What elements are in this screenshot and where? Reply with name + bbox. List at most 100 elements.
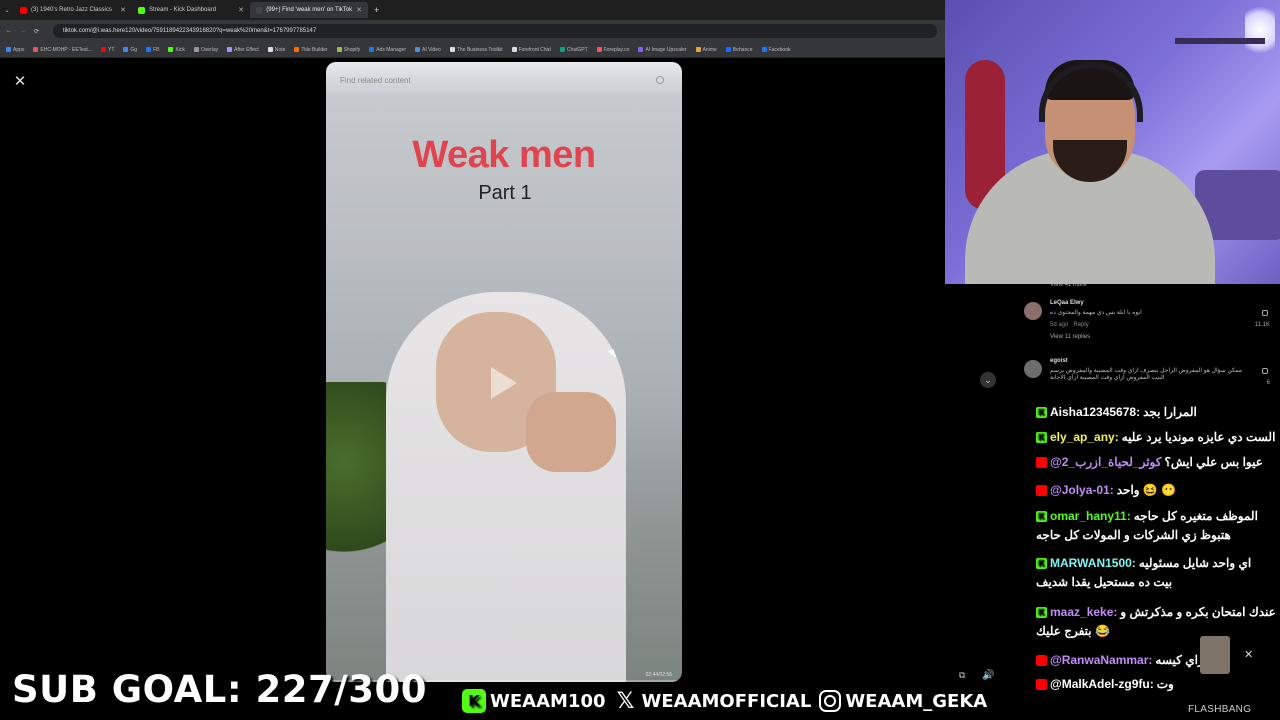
- bookmark-label: Gg: [130, 46, 138, 53]
- bookmark-icon: [761, 47, 767, 52]
- heart-icon[interactable]: [1262, 368, 1268, 374]
- instagram-handle: WEAAM_GEKA: [845, 690, 988, 712]
- avatar[interactable]: [1024, 302, 1042, 320]
- chat-username: @2_كوثر_لحياة_ازرب: [1050, 455, 1162, 469]
- bookmark-label: Kick: [175, 46, 185, 53]
- bookmark-item[interactable]: Gg: [123, 47, 137, 53]
- bookmark-icon: [511, 47, 517, 52]
- bookmark-item[interactable]: YT: [101, 47, 114, 53]
- chat-message-continuation: هتبوظ زي الشركات و المولات كل حاجه: [1036, 528, 1231, 542]
- forward-icon[interactable]: →: [20, 28, 26, 34]
- play-icon[interactable]: [491, 367, 517, 399]
- bookmark-item[interactable]: Kick: [168, 46, 185, 53]
- heart-icon[interactable]: [1262, 310, 1268, 316]
- bookmark-label: YT: [108, 46, 115, 53]
- bookmark-icon: [336, 47, 342, 52]
- bookmark-icon: [6, 47, 11, 52]
- bookmark-label: FB: [153, 46, 160, 53]
- sub-goal-counter: SUB GOAL: 227/300: [12, 668, 427, 711]
- bookmark-item[interactable]: Forefront Chat: [511, 46, 551, 53]
- bookmark-item[interactable]: Note: [267, 46, 286, 53]
- picture-in-picture-icon[interactable]: ⧉: [959, 670, 971, 682]
- bookmark-icon: [267, 47, 273, 52]
- video-player[interactable]: Find related content Weak men Part 1 02:…: [326, 62, 682, 682]
- bookmark-item[interactable]: AI Image Upscaler: [638, 47, 687, 53]
- reload-icon[interactable]: ⟳: [34, 28, 39, 35]
- close-icon[interactable]: ✕: [1244, 648, 1253, 661]
- volume-icon[interactable]: 🔊: [982, 670, 994, 682]
- bookmark-item[interactable]: Shopify: [336, 46, 361, 53]
- social-handles: K WEAAM100 𝕏 WEAAMOFFICIAL WEAAM_GEKA: [462, 686, 987, 716]
- bookmark-label: ChatGPT: [566, 46, 588, 53]
- chat-message-continuation: بتفرج عليك 😂: [1036, 624, 1110, 638]
- bookmark-item[interactable]: EHC-MOHP - EETest...: [33, 47, 92, 53]
- tab-label: Stream - Kick Dashboard: [149, 7, 217, 13]
- bookmark-item[interactable]: AI Video: [415, 47, 441, 53]
- bookmark-icon: [449, 47, 455, 52]
- kick-icon: [138, 6, 145, 14]
- bookmark-icon: [168, 47, 174, 52]
- bookmark-icon: [559, 47, 565, 52]
- bookmark-label: Behance: [732, 46, 753, 53]
- comment-meta: 5d ago Reply: [1050, 322, 1089, 328]
- bookmark-item[interactable]: Behance: [725, 46, 753, 53]
- youtube-icon: [1036, 654, 1047, 666]
- chat-line: @MalkAdel-zg9fu: وت: [1036, 674, 1280, 694]
- bookmark-item[interactable]: Anime: [695, 47, 717, 53]
- chat-message: الست دي عايزه مونديا يرد عليه: [1121, 430, 1276, 444]
- close-icon[interactable]: ✕: [356, 6, 362, 14]
- kick-handle: WEAAM100: [490, 690, 606, 712]
- chat-line: @2_كوثر_لحياة_ازرب عيوا بس علي ايش؟: [1036, 452, 1280, 472]
- bookmark-label: Forefront Chat: [518, 46, 551, 53]
- bookmark-item[interactable]: Apps: [6, 47, 24, 53]
- close-icon[interactable]: ✕: [238, 6, 244, 14]
- youtube-icon: [1036, 456, 1047, 468]
- room-shelf: [1175, 38, 1265, 44]
- comment-likes: 11.1K: [1254, 322, 1270, 328]
- bookmark-item[interactable]: The Business Toolkit: [449, 47, 503, 53]
- url-field[interactable]: tiktok.com/@i.was.here120/video/75911894…: [53, 24, 937, 38]
- tab-menu-icon[interactable]: ⌄: [0, 7, 14, 14]
- bookmarks-bar: Apps EHC-MOHP - EETest... YT Gg FB Kick Overla…: [0, 42, 945, 58]
- comment-text: ممكن سؤال هو المفروض الراجل يتصرف ازاي و…: [1050, 368, 1242, 381]
- chat-line: MARWAN1500:اي واحد شايل مسئوليه: [1036, 553, 1280, 573]
- bookmark-icon: [33, 47, 39, 52]
- tab-kick-dashboard[interactable]: Stream - Kick Dashboard ✕: [132, 2, 250, 18]
- bookmark-item[interactable]: Ads Manager: [369, 47, 406, 53]
- notification-thumbnail: [1200, 636, 1230, 674]
- bookmark-item[interactable]: After Effect: [227, 47, 259, 53]
- comment-user[interactable]: LeQaa Elwy: [1050, 300, 1084, 306]
- tab-retro-jazz[interactable]: (3) 1940's Retro Jazz Classics ✕: [14, 2, 132, 18]
- bookmark-item[interactable]: Facebook: [761, 47, 791, 53]
- chat-message: وت: [1156, 677, 1174, 691]
- comment-user[interactable]: egoist: [1050, 358, 1068, 364]
- avatar[interactable]: [1024, 360, 1042, 378]
- bookmark-item[interactable]: Overlay: [193, 47, 218, 53]
- bookmark-item[interactable]: Title Builder: [294, 47, 328, 53]
- bookmark-label: Shopify: [343, 46, 361, 53]
- bookmark-label: Note: [274, 46, 286, 53]
- chevron-down-icon[interactable]: ⌄: [980, 372, 996, 388]
- chat-message: عيوا بس علي ايش؟: [1164, 455, 1263, 469]
- chat-line: omar_hany11:الموظف متغيره كل حاجه: [1036, 506, 1280, 526]
- url-text: tiktok.com/@i.was.here120/video/75911894…: [63, 28, 317, 34]
- reply-button[interactable]: Reply: [1073, 322, 1088, 328]
- close-video-button[interactable]: ✕: [11, 72, 29, 90]
- tab-label: (99+) Find 'weak men' on TikTok: [266, 7, 353, 13]
- room-lamp: [1245, 0, 1275, 60]
- tab-tiktok[interactable]: (99+) Find 'weak men' on TikTok ✕: [250, 2, 368, 18]
- back-icon[interactable]: ←: [6, 28, 12, 34]
- bookmark-item[interactable]: ChatGPT: [559, 46, 588, 53]
- stream-chat-overlay: Aisha12345678:المرارا بجد ely_ap_any:الست…: [1036, 400, 1280, 720]
- search-icon[interactable]: [656, 76, 664, 84]
- chat-username: @MalkAdel-zg9fu:: [1050, 677, 1154, 691]
- new-tab-button[interactable]: +: [374, 5, 379, 15]
- search-bar[interactable]: Find related content: [326, 62, 682, 98]
- view-replies[interactable]: View 11 replies: [1050, 334, 1090, 340]
- close-icon[interactable]: ✕: [120, 6, 126, 14]
- bookmark-label: AI Video: [422, 46, 441, 53]
- bookmark-label: EHC-MOHP - EETest...: [40, 46, 92, 53]
- bookmark-item[interactable]: Foreplay.co: [596, 47, 629, 53]
- youtube-icon: [1036, 678, 1047, 690]
- bookmark-item[interactable]: FB: [146, 47, 159, 53]
